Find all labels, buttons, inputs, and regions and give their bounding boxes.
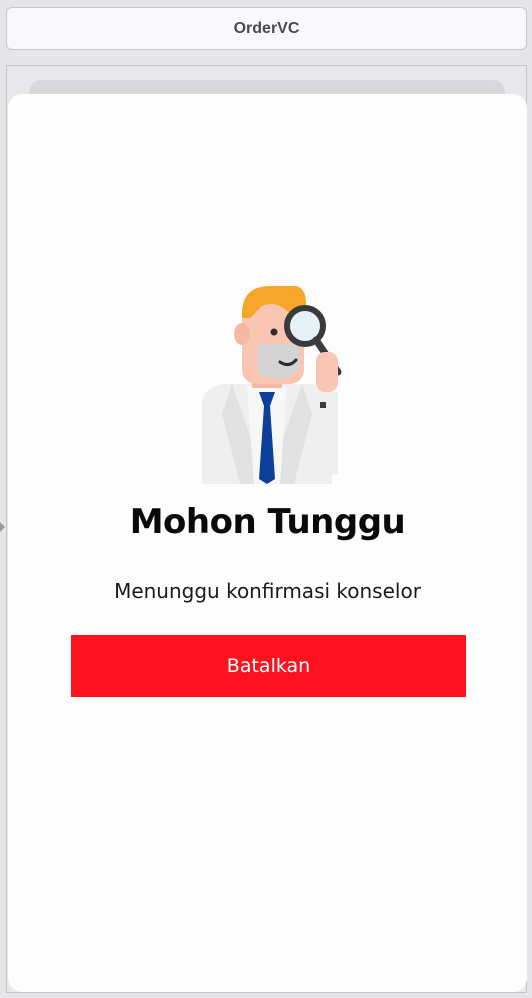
- waiting-sheet: Mohon Tunggu Menunggu konfirmasi konselo…: [8, 94, 527, 992]
- counselor-with-magnifier-icon: [202, 286, 342, 484]
- waiting-title: Mohon Tunggu: [129, 502, 406, 542]
- waiting-message: Menunggu konfirmasi konselor: [114, 579, 421, 603]
- window-titlebar: OrderVC: [6, 7, 527, 50]
- entry-point-arrow-icon: [0, 522, 5, 532]
- window-title: OrderVC: [233, 19, 300, 37]
- cancel-button[interactable]: Batalkan: [71, 635, 466, 697]
- scene-canvas: Mohon Tunggu Menunggu konfirmasi konselo…: [6, 65, 527, 993]
